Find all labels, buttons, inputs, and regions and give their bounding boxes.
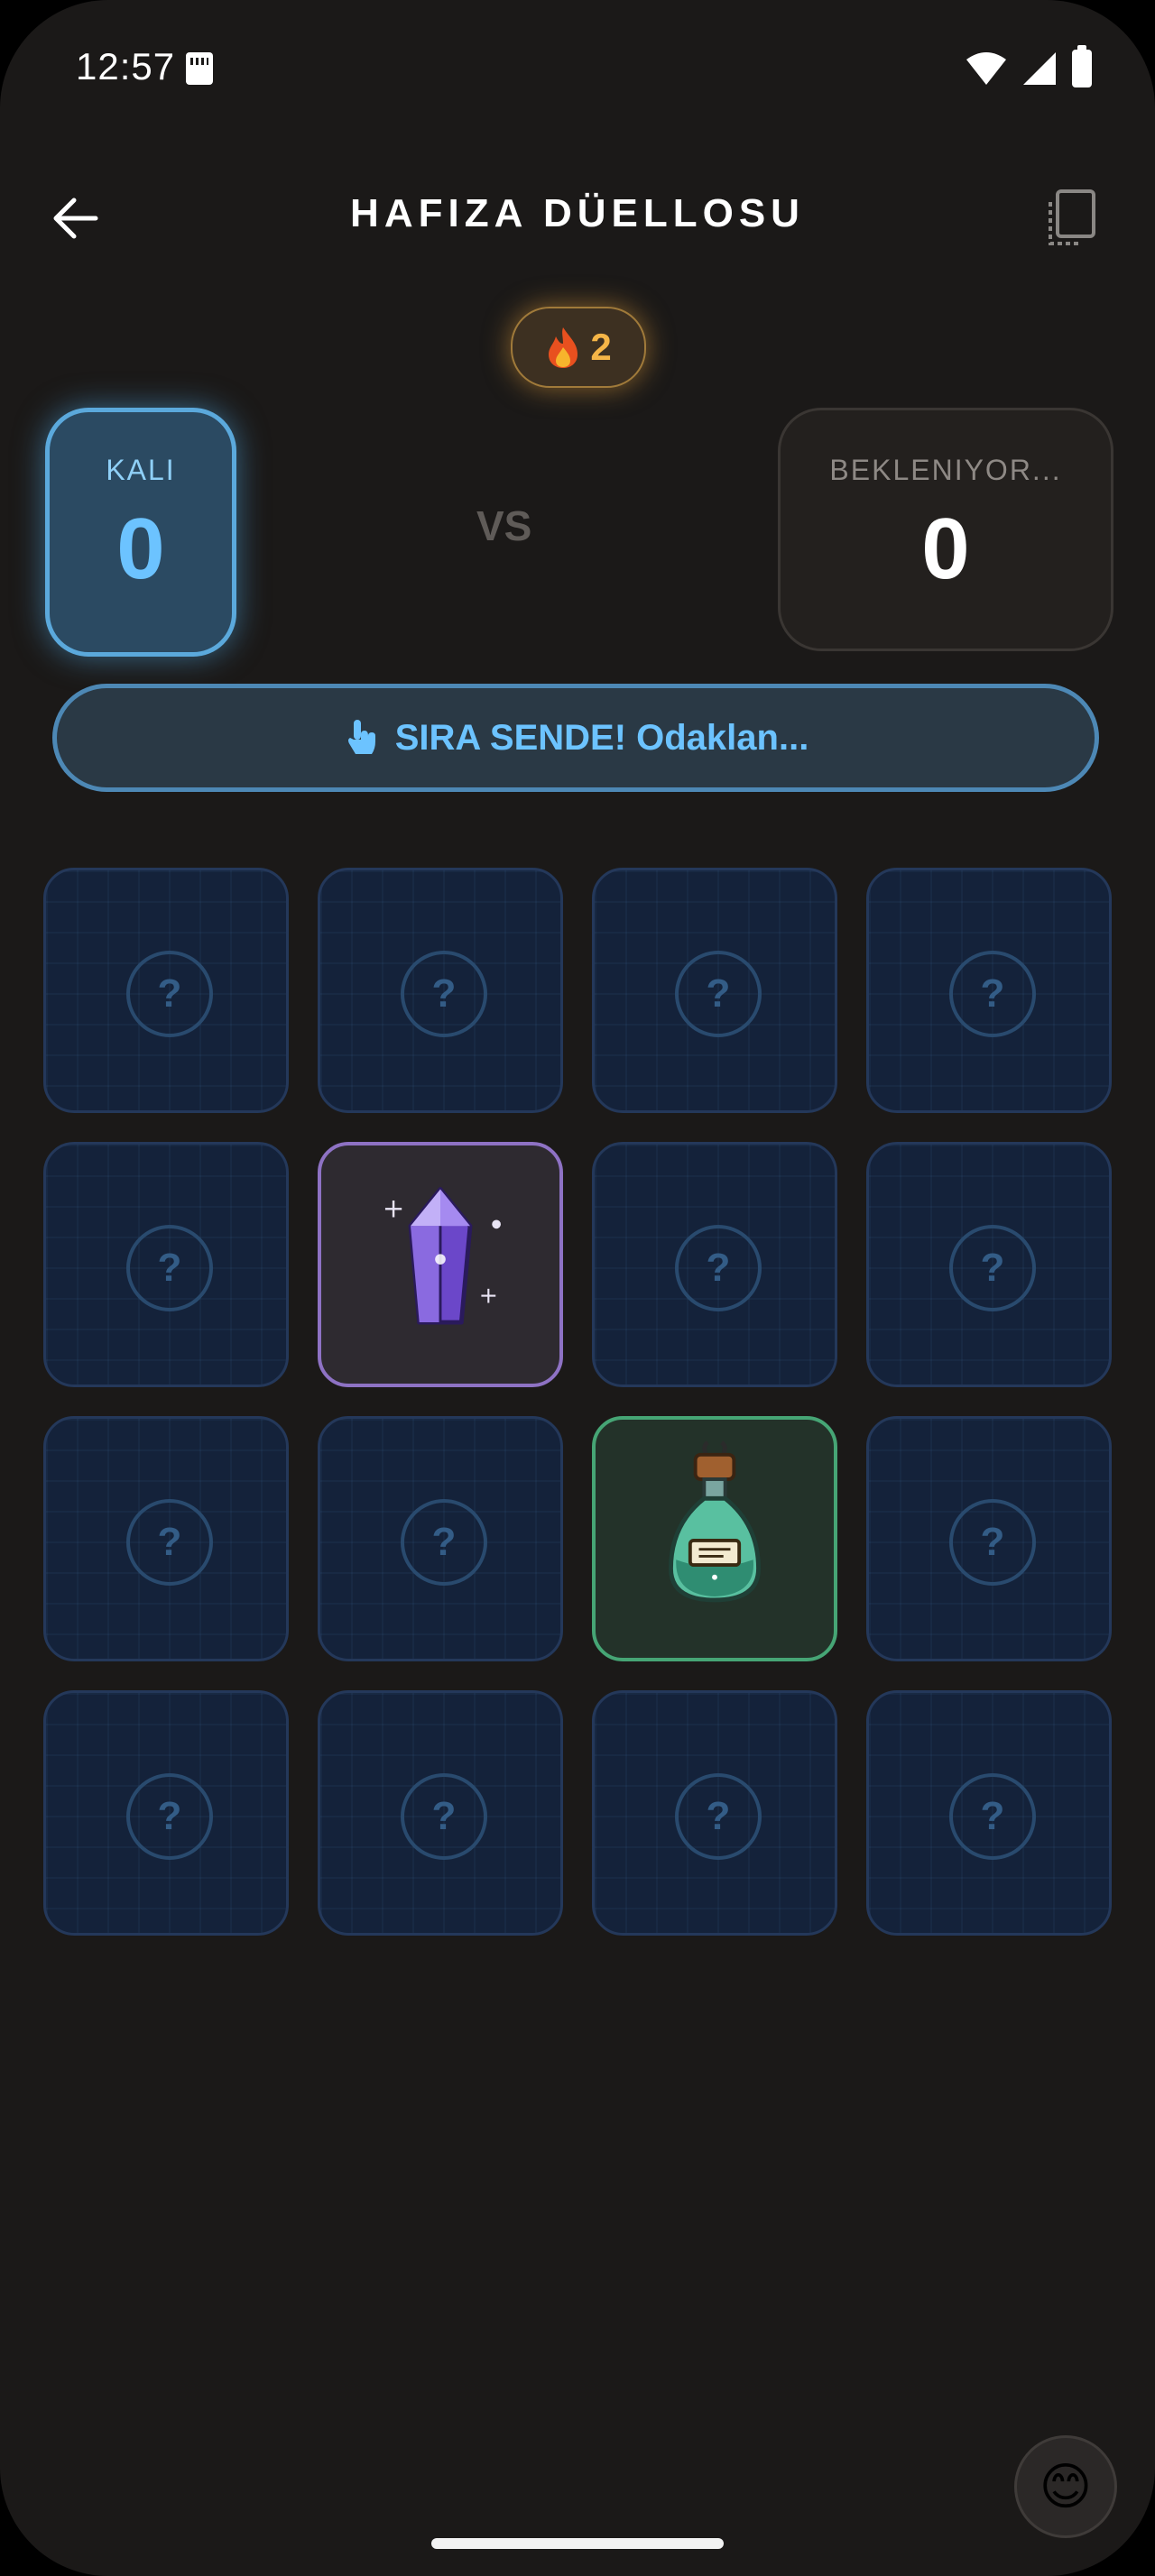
memory-card[interactable]: ? — [43, 1690, 289, 1936]
question-mark-icon: ? — [401, 1499, 487, 1586]
svg-text:+: + — [479, 1283, 498, 1309]
pointing-hand-icon — [347, 720, 375, 754]
memory-card-crystal[interactable]: + + — [318, 1142, 563, 1387]
memory-card[interactable]: ? — [866, 1142, 1112, 1387]
question-mark-icon: ? — [949, 951, 1036, 1037]
question-mark-icon: ? — [949, 1225, 1036, 1311]
home-indicator[interactable] — [431, 2538, 724, 2549]
question-mark-icon: ? — [126, 951, 213, 1037]
question-mark-icon: ? — [949, 1773, 1036, 1860]
question-mark-icon: ? — [949, 1499, 1036, 1586]
memory-card[interactable]: ? — [43, 868, 289, 1113]
question-mark-icon: ? — [126, 1499, 213, 1586]
player-card-opponent: BEKLENIYOR... 0 — [778, 408, 1113, 651]
player-name: KALI — [106, 454, 176, 486]
potion-icon — [669, 1440, 761, 1603]
status-time: 12:57 — [76, 45, 176, 87]
memory-card[interactable]: ? — [318, 868, 563, 1113]
flame-icon — [549, 327, 578, 368]
crystal-icon: + + — [383, 1187, 501, 1325]
memory-card[interactable]: ? — [592, 868, 837, 1113]
question-mark-icon: ? — [675, 1225, 762, 1311]
question-mark-icon: ? — [401, 951, 487, 1037]
sd-card-icon — [186, 52, 213, 85]
question-mark-icon: ? — [126, 1225, 213, 1311]
streak-count: 2 — [590, 326, 612, 368]
memory-card[interactable]: ? — [866, 1416, 1112, 1661]
memory-card[interactable]: ? — [43, 1416, 289, 1661]
player-card-you: KALI 0 — [45, 408, 236, 657]
turn-banner: SIRA SENDE! Odaklan... — [52, 684, 1099, 792]
memory-card-potion[interactable] — [592, 1416, 837, 1661]
emoji-reaction-button[interactable]: 😊 — [1014, 2435, 1117, 2538]
streak-badge: 2 — [511, 307, 646, 388]
phone-screen: 12:57 HAFIZA DÜELLOSU 2 KALI 0 VS BEKLEN… — [0, 0, 1155, 2576]
memory-card[interactable]: ? — [592, 1690, 837, 1936]
smiley-icon: 😊 — [1039, 2458, 1093, 2515]
cards-stack-icon[interactable] — [1040, 188, 1101, 249]
question-mark-icon: ? — [401, 1773, 487, 1860]
page-title: HAFIZA DÜELLOSU — [350, 191, 805, 235]
signal-icon — [1023, 52, 1056, 85]
battery-icon — [1072, 45, 1092, 87]
vs-label: VS — [476, 502, 532, 549]
wifi-icon — [966, 52, 1006, 85]
opponent-score: 0 — [921, 501, 970, 597]
memory-card[interactable]: ? — [866, 868, 1112, 1113]
player-score: 0 — [116, 501, 165, 597]
memory-card[interactable]: ? — [43, 1142, 289, 1387]
memory-card[interactable]: ? — [318, 1416, 563, 1661]
question-mark-icon: ? — [126, 1773, 213, 1860]
svg-text:+: + — [383, 1193, 404, 1224]
opponent-name: BEKLENIYOR... — [829, 454, 1062, 486]
memory-card-grid: ? ? ? ? ? + + ? ? ? ? ? ? ? ? ? — [43, 868, 1112, 1936]
memory-card[interactable]: ? — [318, 1690, 563, 1936]
turn-text: SIRA SENDE! Odaklan... — [394, 717, 809, 758]
question-mark-icon: ? — [675, 1773, 762, 1860]
memory-card[interactable]: ? — [592, 1142, 837, 1387]
question-mark-icon: ? — [675, 951, 762, 1037]
status-icons — [966, 45, 1092, 88]
memory-card[interactable]: ? — [866, 1690, 1112, 1936]
